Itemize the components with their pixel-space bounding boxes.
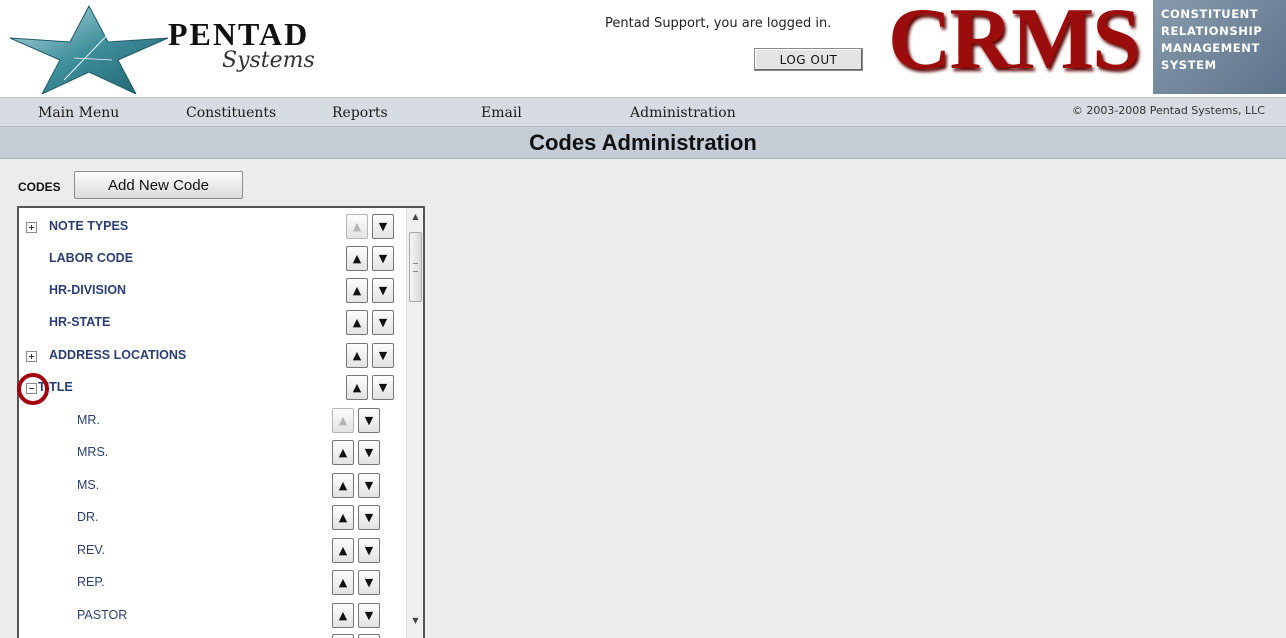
move-up-icon[interactable]: ▲ bbox=[332, 538, 354, 563]
move-up-icon[interactable]: ▲ bbox=[346, 343, 368, 368]
move-down-icon[interactable]: ▼ bbox=[358, 603, 380, 628]
code-label[interactable]: LABOR CODE bbox=[49, 251, 133, 265]
move-down-icon[interactable]: ▼ bbox=[358, 408, 380, 433]
code-row[interactable]: ADDRESS LOCATIONS ▲ ▼ bbox=[19, 339, 407, 371]
move-down-icon[interactable]: ▼ bbox=[372, 214, 394, 239]
page-title: Codes Administration bbox=[529, 129, 757, 155]
move-up-icon: ▲ bbox=[346, 214, 368, 239]
app-header: PENTAD Systems Pentad Support, you are l… bbox=[0, 0, 1286, 98]
code-label[interactable]: MS. bbox=[77, 478, 99, 492]
tagline-line: CONSTITUENT bbox=[1161, 7, 1259, 21]
codes-scrollbar[interactable]: ▲ ▼ bbox=[406, 208, 423, 638]
code-child-row[interactable]: MRS. ▲ ▼ bbox=[19, 436, 407, 468]
expand-icon[interactable] bbox=[26, 222, 37, 233]
scroll-thumb[interactable] bbox=[409, 232, 422, 302]
code-label[interactable]: DR. bbox=[77, 510, 99, 524]
code-child-row[interactable]: REV. ▲ ▼ bbox=[19, 534, 407, 566]
tagline-line: SYSTEM bbox=[1161, 58, 1217, 72]
code-row[interactable]: HR-DIVISION ▲ ▼ bbox=[19, 274, 407, 306]
move-up-icon[interactable]: ▲ bbox=[332, 440, 354, 465]
move-down-icon[interactable]: ▼ bbox=[358, 538, 380, 563]
code-label[interactable]: PASTOR bbox=[77, 608, 127, 622]
scroll-down-icon[interactable]: ▼ bbox=[407, 612, 423, 629]
code-row[interactable]: HR-STATE ▲ ▼ bbox=[19, 306, 407, 338]
crms-logo: CRMS bbox=[878, 0, 1148, 94]
main-nav: Main Menu Constituents Reports Email Adm… bbox=[0, 98, 1286, 127]
move-down-icon[interactable]: ▼ bbox=[372, 343, 394, 368]
code-child-row[interactable]: MS. ▲ ▼ bbox=[19, 469, 407, 501]
systems-wordmark: Systems bbox=[222, 48, 315, 73]
move-up-icon[interactable]: ▲ bbox=[332, 570, 354, 595]
code-label[interactable]: HR-DIVISION bbox=[49, 283, 126, 297]
code-label[interactable]: REV. bbox=[77, 543, 105, 557]
logout-button[interactable]: LOG OUT bbox=[754, 48, 863, 71]
crms-logo-text: CRMS bbox=[888, 0, 1141, 88]
codes-tree-panel[interactable]: NOTE TYPES ▲ ▼ LABOR CODE ▲ ▼ HR-DIVISIO… bbox=[17, 206, 425, 638]
crms-tagline: CONSTITUENT RELATIONSHIP MANAGEMENT SYST… bbox=[1153, 0, 1286, 94]
move-down-icon[interactable]: ▼ bbox=[372, 278, 394, 303]
move-down-icon[interactable]: ▼ bbox=[358, 505, 380, 530]
move-down-icon[interactable]: ▼ bbox=[372, 375, 394, 400]
page-title-bar: Codes Administration bbox=[0, 127, 1286, 159]
copyright-notice: © 2003-2008 Pentad Systems, LLC bbox=[1071, 104, 1265, 117]
move-up-icon[interactable]: ▲ bbox=[346, 246, 368, 271]
code-label[interactable]: REP. bbox=[77, 575, 105, 589]
move-up-icon: ▲ bbox=[332, 408, 354, 433]
add-new-code-button[interactable]: Add New Code bbox=[74, 171, 243, 199]
pentad-logo: PENTAD Systems bbox=[4, 2, 344, 94]
nav-item-administration[interactable]: Administration bbox=[630, 105, 736, 121]
move-up-icon[interactable]: ▲ bbox=[346, 278, 368, 303]
nav-item-reports[interactable]: Reports bbox=[332, 105, 388, 121]
code-label[interactable]: MRS. bbox=[77, 445, 108, 459]
code-child-row[interactable]: DR. ▲ ▼ bbox=[19, 501, 407, 533]
tagline-line: MANAGEMENT bbox=[1161, 41, 1260, 55]
move-down-icon[interactable]: ▼ bbox=[372, 310, 394, 335]
nav-item-constituents[interactable]: Constituents bbox=[186, 105, 276, 121]
code-label[interactable]: ADDRESS LOCATIONS bbox=[49, 348, 186, 362]
code-label[interactable]: MR. bbox=[77, 413, 100, 427]
nav-item-main-menu[interactable]: Main Menu bbox=[38, 105, 119, 121]
move-up-icon[interactable]: ▲ bbox=[332, 473, 354, 498]
move-up-icon[interactable] bbox=[332, 634, 354, 638]
code-row[interactable]: TITLE ▲ ▼ bbox=[19, 371, 407, 403]
move-up-icon[interactable]: ▲ bbox=[346, 375, 368, 400]
code-child-row[interactable]: REP. ▲ ▼ bbox=[19, 566, 407, 598]
highlight-circle bbox=[17, 373, 49, 405]
move-up-icon[interactable]: ▲ bbox=[346, 310, 368, 335]
code-child-row[interactable] bbox=[19, 630, 407, 638]
move-up-icon[interactable]: ▲ bbox=[332, 505, 354, 530]
code-row[interactable]: NOTE TYPES ▲ ▼ bbox=[19, 210, 407, 242]
tagline-line: RELATIONSHIP bbox=[1161, 24, 1263, 38]
expand-icon[interactable] bbox=[26, 351, 37, 362]
code-label[interactable]: HR-STATE bbox=[49, 315, 110, 329]
scroll-up-icon[interactable]: ▲ bbox=[407, 208, 423, 225]
move-up-icon[interactable]: ▲ bbox=[332, 603, 354, 628]
move-down-icon[interactable] bbox=[358, 634, 380, 638]
code-child-row[interactable]: MR. ▲ ▼ bbox=[19, 404, 407, 436]
code-row[interactable]: LABOR CODE ▲ ▼ bbox=[19, 242, 407, 274]
move-down-icon[interactable]: ▼ bbox=[358, 570, 380, 595]
code-label[interactable]: NOTE TYPES bbox=[49, 219, 128, 233]
move-down-icon[interactable]: ▼ bbox=[358, 440, 380, 465]
nav-item-email[interactable]: Email bbox=[481, 105, 522, 121]
move-down-icon[interactable]: ▼ bbox=[372, 246, 394, 271]
codes-label: CODES bbox=[18, 180, 61, 194]
code-child-row[interactable]: PASTOR ▲ ▼ bbox=[19, 599, 407, 631]
login-status: Pentad Support, you are logged in. bbox=[605, 16, 832, 31]
move-down-icon[interactable]: ▼ bbox=[358, 473, 380, 498]
star-logo-icon bbox=[9, 4, 169, 94]
